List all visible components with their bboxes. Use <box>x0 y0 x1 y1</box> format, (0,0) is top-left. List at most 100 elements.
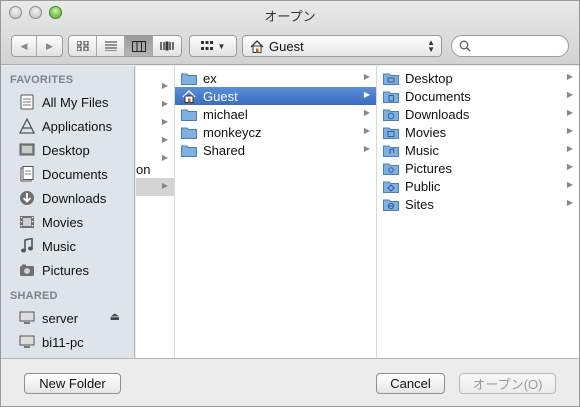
arrange-menu-button[interactable]: ▼ <box>189 35 237 57</box>
list-item-label: monkeycz <box>203 124 262 140</box>
desktop-icon <box>19 142 35 158</box>
home-icon <box>250 39 264 53</box>
cancel-button[interactable]: Cancel <box>376 373 445 394</box>
list-item-music[interactable]: Music ▶ <box>377 141 579 159</box>
chevron-right-icon: ▶ <box>161 99 168 108</box>
window-title: オープン <box>264 9 316 24</box>
chevron-right-icon: ▶ <box>566 162 573 171</box>
open-button[interactable]: オープン(O) <box>459 373 556 394</box>
downloads-icon <box>19 190 35 206</box>
search-input[interactable] <box>475 39 563 53</box>
back-button[interactable]: ◀ <box>12 36 37 56</box>
sites-folder-icon <box>383 197 399 211</box>
downloads-folder-icon <box>383 107 399 121</box>
home-folder-icon <box>181 89 197 103</box>
updown-arrows-icon: ▲ ▼ <box>427 38 435 54</box>
sidebar-item-applications[interactable]: Applications <box>1 114 134 138</box>
list-item-label: michael <box>203 106 248 122</box>
chevron-right-icon: ▶ <box>161 81 168 90</box>
list-item-label: ex <box>203 70 217 86</box>
list-item-shared[interactable]: Shared ▶ <box>175 141 376 159</box>
sidebar-item-pictures[interactable]: Pictures <box>1 258 134 282</box>
forward-button[interactable]: ▶ <box>37 36 62 56</box>
sidebar-item-bi11-pc[interactable]: bi11-pc <box>1 330 134 354</box>
sidebar-item-movies[interactable]: Movies <box>1 210 134 234</box>
sidebar-item-desktop[interactable]: Desktop <box>1 138 134 162</box>
list-item[interactable]: ▶ <box>136 96 174 114</box>
list-item-documents[interactable]: Documents ▶ <box>377 87 579 105</box>
pictures-folder-icon <box>383 161 399 175</box>
forward-icon: ▶ <box>46 40 53 51</box>
list-item[interactable]: on <box>136 160 174 178</box>
list-item-label: Downloads <box>405 106 470 122</box>
all-files-icon <box>19 94 35 110</box>
list-item-movies[interactable]: Movies ▶ <box>377 123 579 141</box>
column-0: ▶ ▶ ▶ ▶ ▶ on ▶ <box>136 66 175 358</box>
list-item-label: Guest <box>203 88 238 104</box>
chevron-right-icon: ▶ <box>566 90 573 99</box>
eject-icon[interactable]: ⏏ <box>110 310 120 323</box>
chevron-right-icon: ▶ <box>161 117 168 126</box>
bottom-bar: New Folder Cancel オープン(O) <box>1 358 579 406</box>
list-item-guest[interactable]: Guest ▶ <box>175 87 376 105</box>
chevron-right-icon: ▶ <box>566 198 573 207</box>
list-item-label: Shared <box>203 142 245 158</box>
music-icon <box>19 238 35 254</box>
chevron-right-icon: ▶ <box>363 90 370 99</box>
title-toolbar: オープン ◀ ▶ ▼ Guest ▲ ▼ <box>1 1 579 65</box>
arrange-grid-icon <box>200 41 213 51</box>
sidebar-item-documents[interactable]: Documents <box>1 162 134 186</box>
list-item-downloads[interactable]: Downloads ▶ <box>377 105 579 123</box>
documents-folder-icon <box>383 89 399 103</box>
chevron-right-icon: ▶ <box>363 108 370 117</box>
coverflow-view-button[interactable] <box>153 36 181 56</box>
list-view-icon <box>104 41 117 51</box>
chevron-right-icon: ▶ <box>566 72 573 81</box>
back-icon: ◀ <box>20 40 28 51</box>
list-item[interactable]: ▶ <box>136 132 174 150</box>
list-item-pictures[interactable]: Pictures ▶ <box>377 159 579 177</box>
search-field[interactable] <box>451 35 569 57</box>
applications-icon <box>19 118 35 134</box>
chevron-right-icon: ▶ <box>566 180 573 189</box>
list-item-ex[interactable]: ex ▶ <box>175 69 376 87</box>
truncated-item-label: on <box>136 161 151 177</box>
list-item-monkeycz[interactable]: monkeycz ▶ <box>175 123 376 141</box>
list-item[interactable]: ▶ <box>136 114 174 132</box>
list-item-public[interactable]: Public ▶ <box>377 177 579 195</box>
chevron-down-icon: ▼ <box>217 41 226 51</box>
list-view-button[interactable] <box>97 36 125 56</box>
path-popup-menu[interactable]: Guest ▲ ▼ <box>242 35 442 57</box>
sidebar-item-label: Movies <box>42 214 84 230</box>
chevron-right-icon: ▶ <box>566 126 573 135</box>
list-item[interactable]: ▶ <box>136 78 174 96</box>
folder-icon <box>181 125 197 139</box>
list-item-michael[interactable]: michael ▶ <box>175 105 376 123</box>
sidebar-item-downloads[interactable]: Downloads <box>1 186 134 210</box>
chevron-right-icon: ▶ <box>161 135 168 144</box>
icon-view-button[interactable] <box>69 36 97 56</box>
list-item-desktop[interactable]: Desktop ▶ <box>377 69 579 87</box>
list-item-selected[interactable]: ▶ <box>136 178 174 196</box>
list-item-label: Pictures <box>405 160 452 176</box>
sidebar-item-label: Downloads <box>42 190 107 206</box>
sidebar-item-all-my-files[interactable]: All My Files <box>1 90 134 114</box>
back-forward-group: ◀ ▶ <box>11 35 63 57</box>
sidebar-item-server[interactable]: server ⏏ <box>1 306 134 330</box>
sidebar-item-label: bi11-pc <box>42 334 84 350</box>
list-item-label: Public <box>405 178 441 194</box>
sidebar-item-music[interactable]: Music <box>1 234 134 258</box>
sidebar: FAVORITES All My Files Applications Desk… <box>1 66 135 358</box>
column-view-icon <box>131 40 146 52</box>
movies-folder-icon <box>383 125 399 139</box>
chevron-right-icon: ▶ <box>566 108 573 117</box>
arrange-button-inner: ▼ <box>190 36 236 56</box>
list-item-sites[interactable]: Sites ▶ <box>377 195 579 213</box>
sidebar-item-label: server <box>42 310 79 326</box>
search-icon <box>459 40 471 52</box>
sidebar-item-label: Applications <box>42 118 113 134</box>
chevron-right-icon: ▶ <box>363 144 370 153</box>
new-folder-button[interactable]: New Folder <box>24 373 121 394</box>
folder-icon <box>181 143 197 157</box>
column-view-button[interactable] <box>125 36 153 56</box>
